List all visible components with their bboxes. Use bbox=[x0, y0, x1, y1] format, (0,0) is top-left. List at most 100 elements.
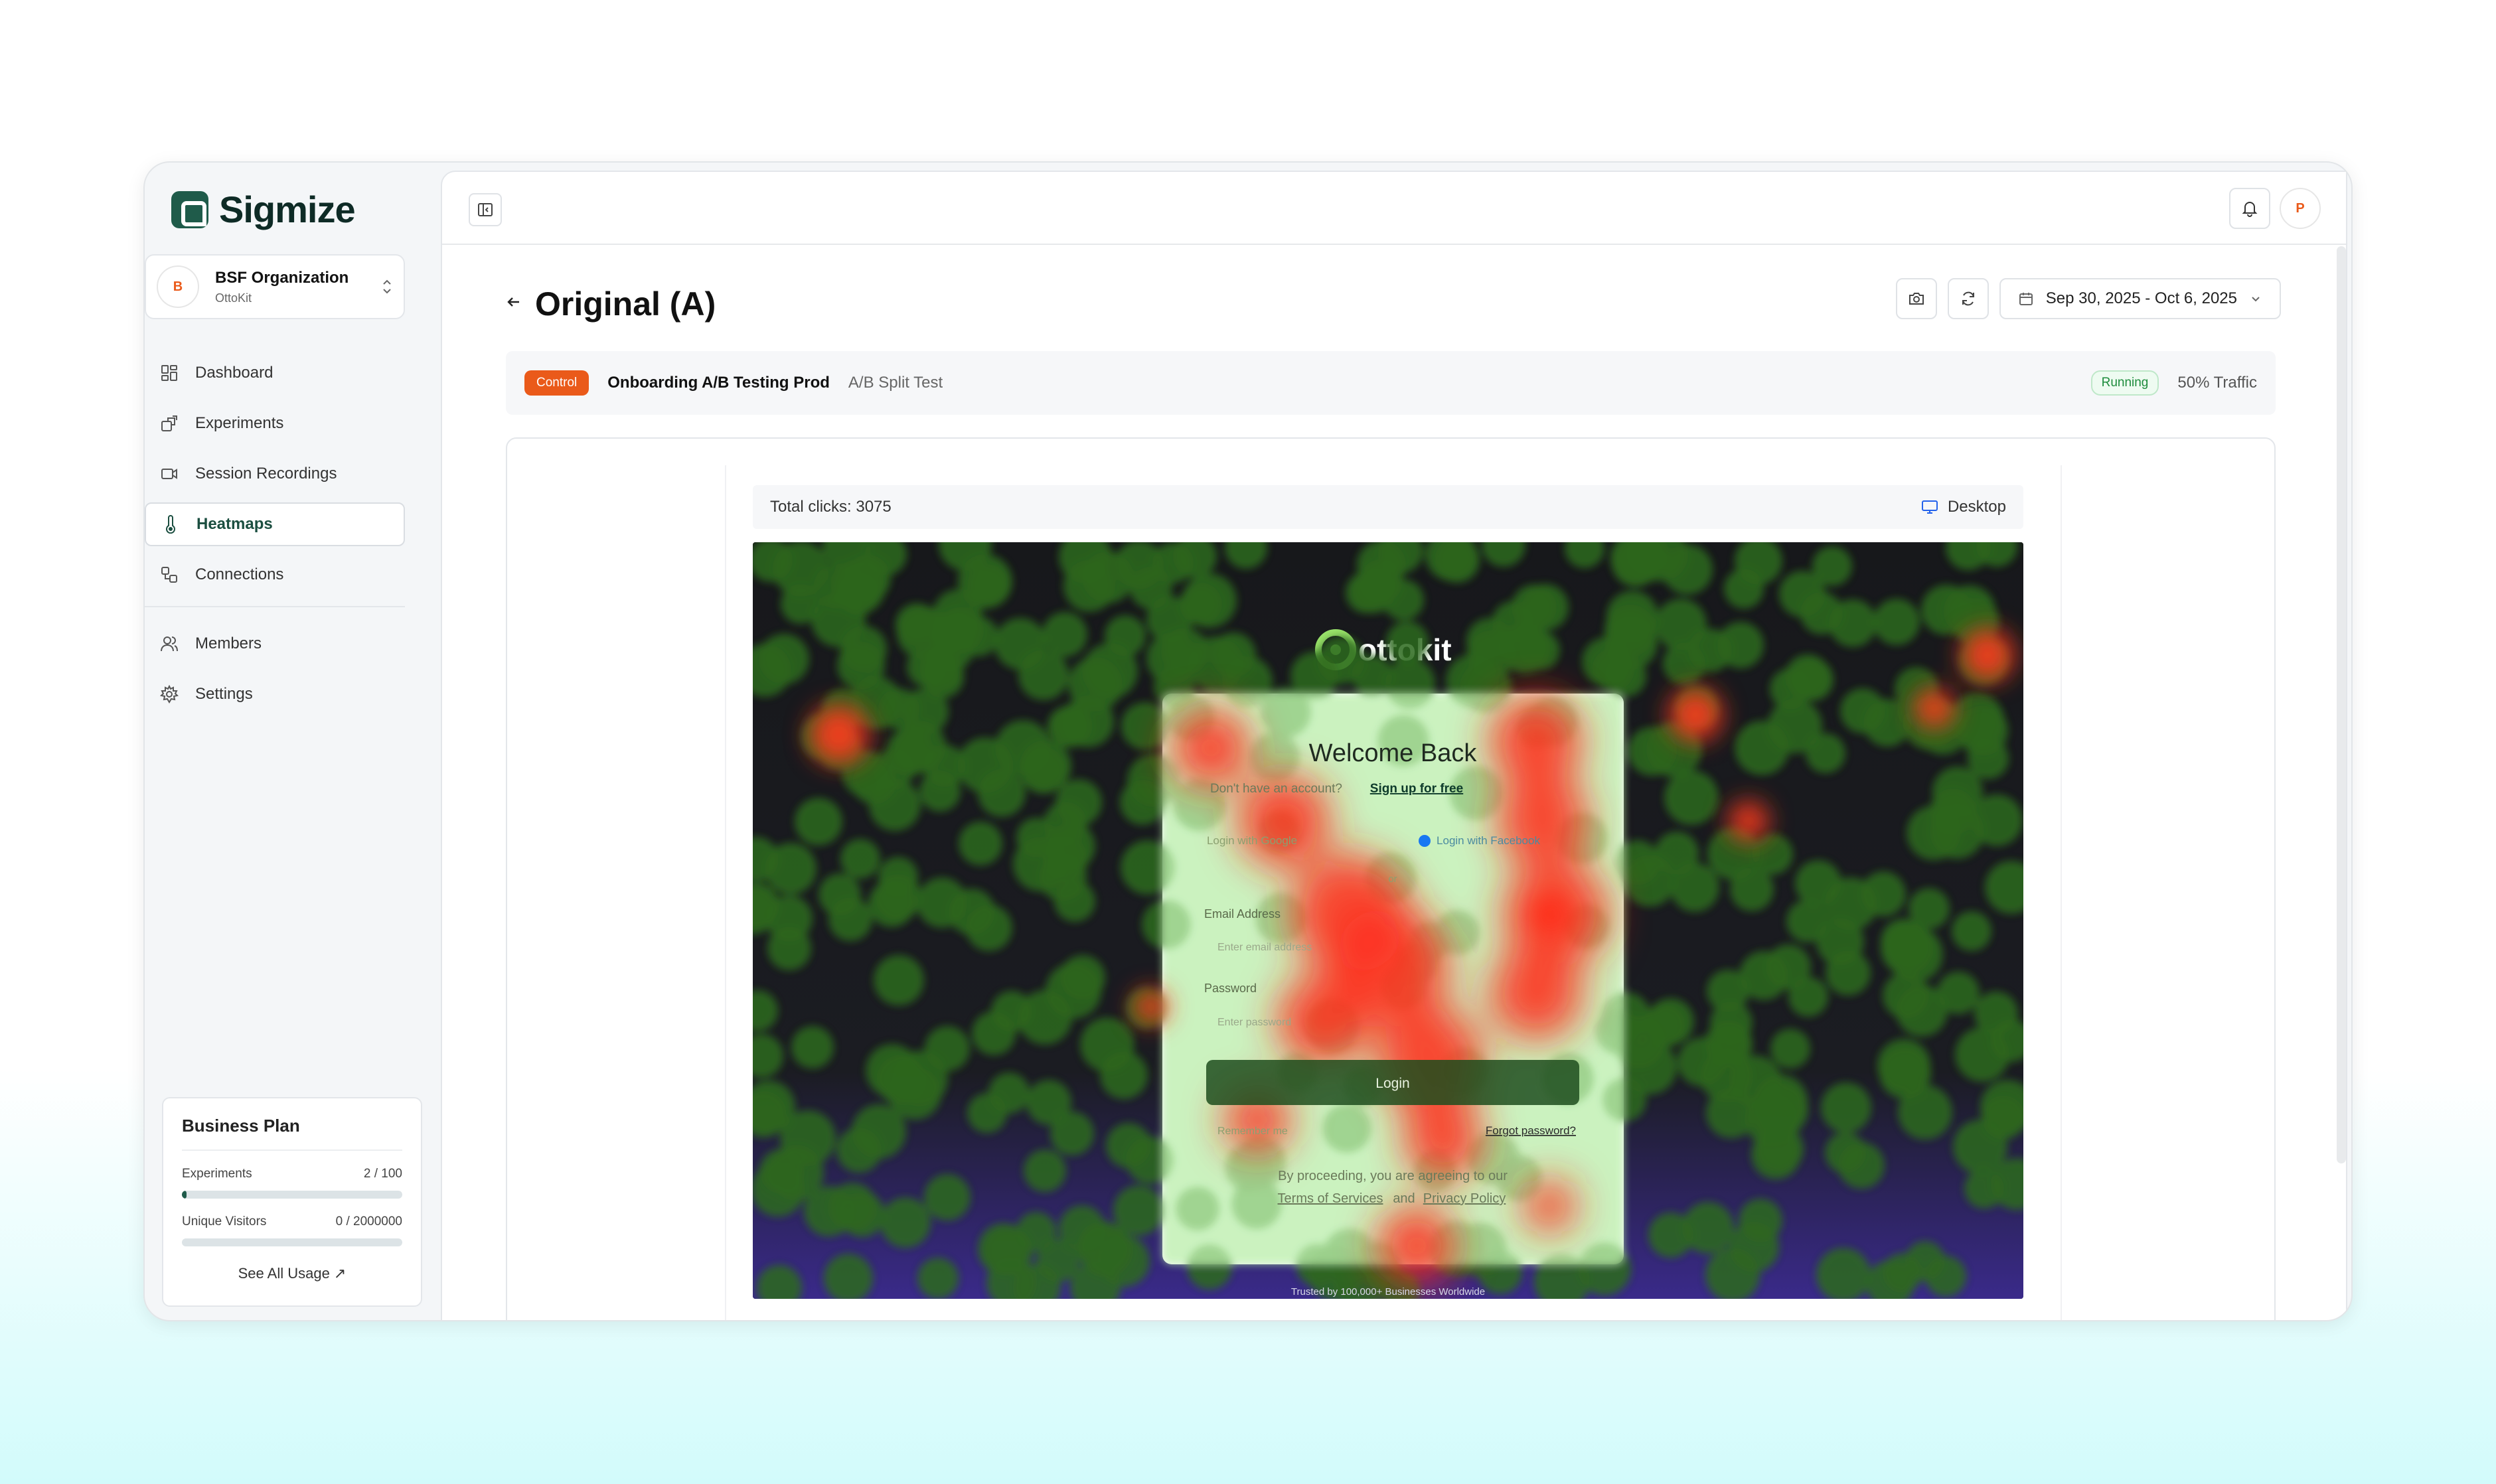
heatmap-cold-spot bbox=[1735, 721, 1789, 775]
heatmap-cold-spot bbox=[1290, 652, 1338, 700]
site-footer: Trusted by 100,000+ Businesses Worldwide bbox=[1291, 1286, 1485, 1298]
heatmap-cold-spot bbox=[1881, 922, 1934, 975]
org-switcher[interactable]: B BSF Organization OttoKit bbox=[145, 254, 405, 319]
scrollbar[interactable] bbox=[2337, 246, 2346, 1163]
heatmap-cold-spot bbox=[1664, 771, 1719, 825]
heatmap-cold-spot bbox=[1024, 1150, 1066, 1192]
sidebar-item-session-recordings[interactable]: Session Recordings bbox=[145, 452, 405, 496]
heatmap-hot-spot bbox=[1490, 695, 1583, 788]
nav-divider bbox=[145, 606, 405, 607]
main-panel: P Original (A) Sep 30, 2025 - Oct 6, 202… bbox=[441, 171, 2347, 1320]
site-signup-link: Sign up for free bbox=[1370, 782, 1463, 796]
heatmap-cold-spot bbox=[917, 1258, 959, 1299]
see-all-usage-link[interactable]: See All Usage ↗ bbox=[182, 1265, 402, 1282]
collapse-sidebar-button[interactable] bbox=[469, 193, 502, 226]
sidebar-item-heatmaps[interactable]: Heatmaps bbox=[145, 502, 405, 546]
sidebar-item-label: Dashboard bbox=[195, 364, 273, 382]
heatmap-cold-spot bbox=[1655, 832, 1699, 875]
page-title: Original (A) bbox=[535, 285, 716, 323]
site-and: and bbox=[1393, 1191, 1415, 1206]
heatmap-cold-spot bbox=[967, 1093, 1007, 1133]
refresh-button[interactable] bbox=[1947, 278, 1989, 319]
heatmap-warm-spot bbox=[1914, 688, 1954, 728]
site-signup-prompt: Don't have an account? bbox=[1210, 782, 1342, 796]
sidebar-item-experiments[interactable]: Experiments bbox=[145, 402, 405, 445]
site-terms-prefix: By proceeding, you are agreeing to our bbox=[1278, 1169, 1508, 1183]
camera-icon bbox=[1909, 293, 1924, 305]
heatmap-cold-spot bbox=[804, 1186, 854, 1236]
site-remember-me: Remember me bbox=[1217, 1126, 1288, 1137]
heatmap-cold-spot bbox=[1907, 806, 1961, 860]
heatmap-cold-spot bbox=[1958, 705, 2008, 756]
gear-icon bbox=[159, 684, 179, 704]
traffic-split: 50% Traffic bbox=[2177, 374, 2257, 392]
app-logo[interactable]: Sigmize bbox=[171, 188, 356, 231]
heatmap-warm-spot bbox=[1729, 801, 1768, 841]
sidebar-item-label: Session Recordings bbox=[195, 465, 337, 482]
heatmap-cold-spot bbox=[1043, 836, 1088, 881]
heatmap-cold-spot bbox=[924, 1174, 971, 1221]
heatmap-cold-spot bbox=[1717, 622, 1764, 668]
top-bar: P bbox=[442, 172, 2346, 245]
total-clicks: Total clicks: 3075 bbox=[770, 498, 892, 516]
heatmap-cold-spot bbox=[1662, 544, 1713, 595]
heatmap-cold-spot bbox=[1879, 1047, 1931, 1099]
site-password-placeholder: Enter password bbox=[1217, 1017, 1291, 1028]
thermometer-icon bbox=[161, 514, 181, 534]
heatmap-cold-spot bbox=[1060, 955, 1105, 1000]
heatmap-hot-spot bbox=[1171, 708, 1251, 788]
heatmap-cold-spot bbox=[1791, 658, 1833, 701]
user-avatar[interactable]: P bbox=[2280, 188, 2321, 229]
heatmap-cold-spot bbox=[836, 1128, 882, 1173]
heatmap-cold-spot bbox=[886, 728, 934, 776]
sidebar-item-dashboard[interactable]: Dashboard bbox=[145, 351, 405, 395]
site-facebook-login: Login with Facebook bbox=[1437, 834, 1540, 847]
sidebar-item-label: Settings bbox=[195, 685, 253, 703]
heatmap-cold-spot bbox=[1466, 618, 1513, 664]
control-badge: Control bbox=[524, 370, 589, 396]
heatmap-hot-spot bbox=[1490, 947, 1583, 1040]
heatmap-warm-spot bbox=[1134, 990, 1168, 1024]
org-name: BSF Organization bbox=[215, 268, 349, 287]
heatmap-cold-spot bbox=[791, 1026, 834, 1069]
heatmap-cold-spot bbox=[880, 1197, 931, 1248]
heatmap-cold-spot bbox=[1861, 871, 1906, 917]
heatmap-cold-spot bbox=[1753, 1075, 1808, 1129]
heatmap-cold-spot bbox=[814, 563, 859, 609]
heatmap-cold-spot bbox=[1709, 1024, 1751, 1065]
heatmap-canvas[interactable]: ottokit Welcome Back Don't have an accou… bbox=[753, 542, 2023, 1299]
site-heading: Welcome Back bbox=[1309, 739, 1478, 767]
plan-title: Business Plan bbox=[182, 1116, 402, 1151]
heatmap-cold-spot bbox=[1068, 657, 1123, 711]
test-name: Onboarding A/B Testing Prod bbox=[607, 374, 830, 392]
heatmap-cold-spot bbox=[1751, 1130, 1800, 1179]
sidebar-item-connections[interactable]: Connections bbox=[145, 553, 405, 597]
notifications-button[interactable] bbox=[2229, 188, 2270, 229]
app-name: Sigmize bbox=[219, 188, 356, 230]
heatmap-cold-spot bbox=[1821, 1082, 1871, 1133]
heatmap-cold-spot bbox=[1054, 881, 1095, 922]
heatmap-cold-spot bbox=[1788, 977, 1828, 1017]
screenshot-button[interactable] bbox=[1895, 278, 1937, 319]
heatmap-cold-spot bbox=[1873, 599, 1920, 645]
back-arrow-icon[interactable] bbox=[506, 293, 522, 315]
test-type: A/B Split Test bbox=[848, 374, 943, 392]
heatmap-cold-spot bbox=[967, 564, 1010, 607]
date-range-picker[interactable]: Sep 30, 2025 - Oct 6, 2025 bbox=[1999, 278, 2281, 319]
heatmap-preview: Total clicks: 3075 Desktop Welcome Back … bbox=[725, 465, 2062, 1320]
heatmap-cold-spot bbox=[1018, 650, 1069, 700]
heatmap-cold-spot bbox=[1106, 1123, 1151, 1168]
sidebar-item-label: Experiments bbox=[195, 414, 284, 432]
heatmap-card: Total clicks: 3075 Desktop Welcome Back … bbox=[506, 437, 2276, 1320]
heatmap-cold-spot bbox=[1059, 1205, 1105, 1252]
sidebar-item-settings[interactable]: Settings bbox=[145, 672, 405, 716]
bell-icon bbox=[2242, 202, 2258, 217]
heatmap-cold-spot bbox=[1648, 998, 1694, 1045]
sidebar-nav: Dashboard Experiments Session Recordings… bbox=[145, 351, 405, 723]
site-password-label: Password bbox=[1204, 982, 1257, 995]
heatmap-cold-spot bbox=[896, 603, 938, 646]
sidebar-item-members[interactable]: Members bbox=[145, 622, 405, 666]
device-selector[interactable]: Desktop bbox=[1921, 498, 2006, 516]
org-avatar: B bbox=[157, 265, 199, 308]
heatmap-cold-spot bbox=[1707, 970, 1749, 1012]
